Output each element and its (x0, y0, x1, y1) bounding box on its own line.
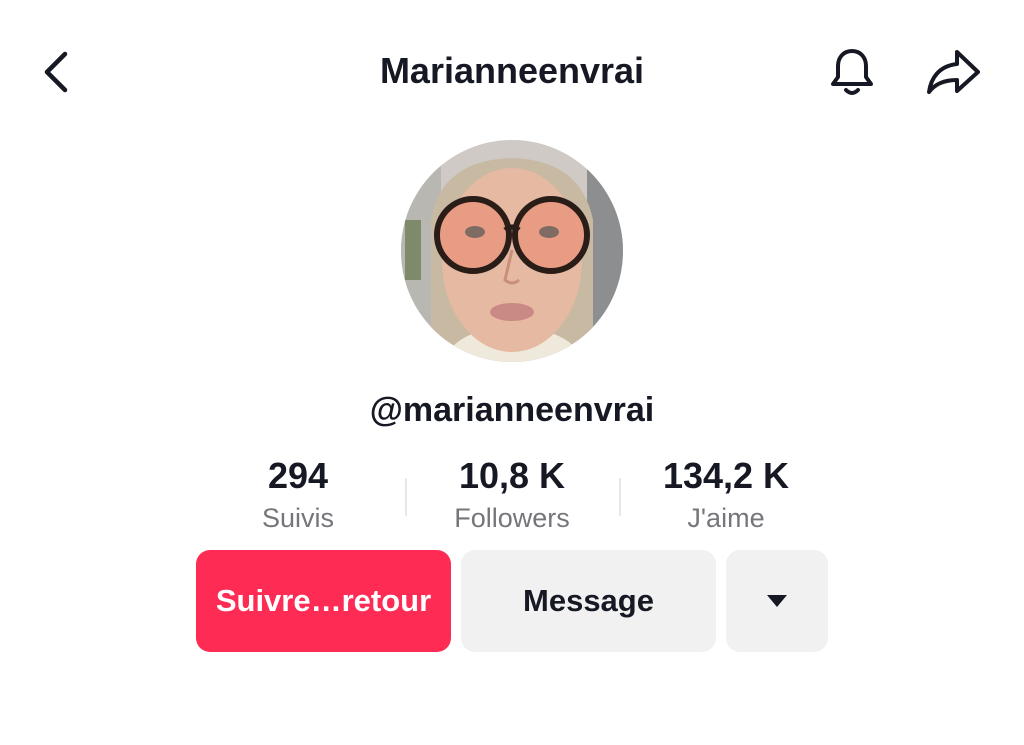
likes-label: J'aime (687, 503, 765, 533)
following-label: Suivis (261, 503, 335, 533)
following-count: 294 (267, 455, 329, 496)
stat-followers[interactable]: 10,8 K Followers (412, 452, 612, 536)
bell-icon (831, 49, 873, 95)
message-button[interactable]: Message (461, 550, 716, 652)
caret-down-icon (767, 595, 787, 607)
stat-divider (619, 478, 621, 516)
stat-following[interactable]: 294 Suivis (198, 452, 398, 536)
stat-likes[interactable]: 134,2 K J'aime (626, 452, 826, 536)
likes-count: 134,2 K (662, 455, 790, 496)
profile-page: Marianneenvrai @marianneenvrai 294 Suivi… (0, 0, 1024, 745)
username-handle: @marianneenvrai (369, 391, 655, 429)
share-arrow-icon (927, 50, 980, 94)
stat-divider (405, 478, 407, 516)
avatar-photo (401, 140, 623, 362)
notification-bell-button[interactable] (824, 44, 880, 100)
back-button[interactable] (30, 46, 82, 98)
followers-count: 10,8 K (458, 455, 566, 496)
share-button[interactable] (922, 44, 984, 100)
avatar[interactable] (401, 140, 623, 362)
chevron-left-icon (44, 51, 68, 93)
more-options-button[interactable] (726, 550, 828, 652)
follow-back-button[interactable]: Suivre…retour (196, 550, 451, 652)
page-title: Marianneenvrai (379, 50, 645, 91)
followers-label: Followers (454, 503, 570, 533)
